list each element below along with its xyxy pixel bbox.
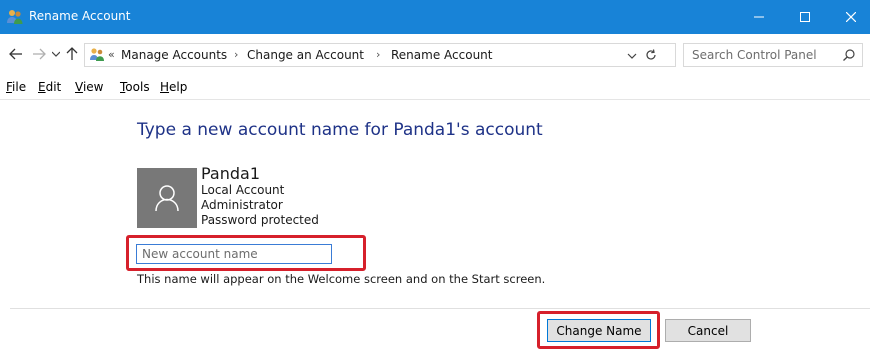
- menu-edit[interactable]: Edit: [38, 80, 61, 94]
- address-overflow-button[interactable]: «: [108, 48, 115, 61]
- up-arrow-icon: [66, 47, 78, 60]
- search-box[interactable]: Search Control Panel: [683, 43, 863, 67]
- highlight-box-button: [537, 311, 660, 349]
- refresh-icon[interactable]: [643, 47, 659, 63]
- search-placeholder: Search Control Panel: [692, 48, 817, 62]
- back-button[interactable]: [6, 46, 26, 62]
- account-role: Administrator: [201, 198, 283, 212]
- breadcrumb-change-account[interactable]: Change an Account: [247, 48, 364, 62]
- menu-bar: File Edit View Tools Help: [0, 74, 870, 100]
- password-status: Password protected: [201, 213, 319, 227]
- minimize-button[interactable]: [736, 0, 782, 34]
- close-button[interactable]: [828, 0, 870, 34]
- user-icon: [155, 185, 179, 212]
- menu-view[interactable]: View: [75, 80, 103, 94]
- helper-text: This name will appear on the Welcome scr…: [137, 272, 546, 286]
- breadcrumb-separator[interactable]: ›: [234, 48, 238, 61]
- menu-tools[interactable]: Tools: [120, 80, 150, 94]
- address-bar[interactable]: « Manage Accounts › Change an Account › …: [84, 43, 676, 67]
- cancel-button[interactable]: Cancel: [665, 319, 751, 342]
- avatar: [137, 168, 197, 228]
- chevron-down-icon: [52, 51, 60, 57]
- menu-file[interactable]: File: [6, 80, 26, 94]
- page-title: Type a new account name for Panda1's acc…: [137, 120, 543, 140]
- breadcrumb-rename-account[interactable]: Rename Account: [391, 48, 492, 62]
- forward-button[interactable]: [30, 46, 48, 62]
- up-button[interactable]: [64, 46, 80, 62]
- search-icon[interactable]: [842, 48, 856, 62]
- navigation-bar: « Manage Accounts › Change an Account › …: [0, 34, 870, 74]
- title-bar: Rename Account: [0, 0, 870, 34]
- account-type: Local Account: [201, 183, 285, 197]
- back-arrow-icon: [9, 48, 22, 60]
- window-title: Rename Account: [29, 9, 131, 23]
- maximize-button[interactable]: [782, 0, 828, 34]
- recent-locations-button[interactable]: [50, 46, 62, 62]
- address-dropdown-icon[interactable]: [625, 49, 639, 63]
- close-icon: [846, 12, 856, 22]
- users-icon: [7, 10, 23, 24]
- user-name: Panda1: [201, 164, 261, 183]
- control-panel-users-icon: [90, 48, 104, 61]
- breadcrumb-separator[interactable]: ›: [376, 48, 380, 61]
- highlight-box-input: [126, 235, 366, 271]
- menu-help[interactable]: Help: [160, 80, 187, 94]
- maximize-icon: [800, 12, 810, 22]
- divider: [10, 308, 870, 309]
- minimize-icon: [754, 16, 764, 18]
- breadcrumb-manage-accounts[interactable]: Manage Accounts: [121, 48, 227, 62]
- forward-arrow-icon: [33, 48, 46, 60]
